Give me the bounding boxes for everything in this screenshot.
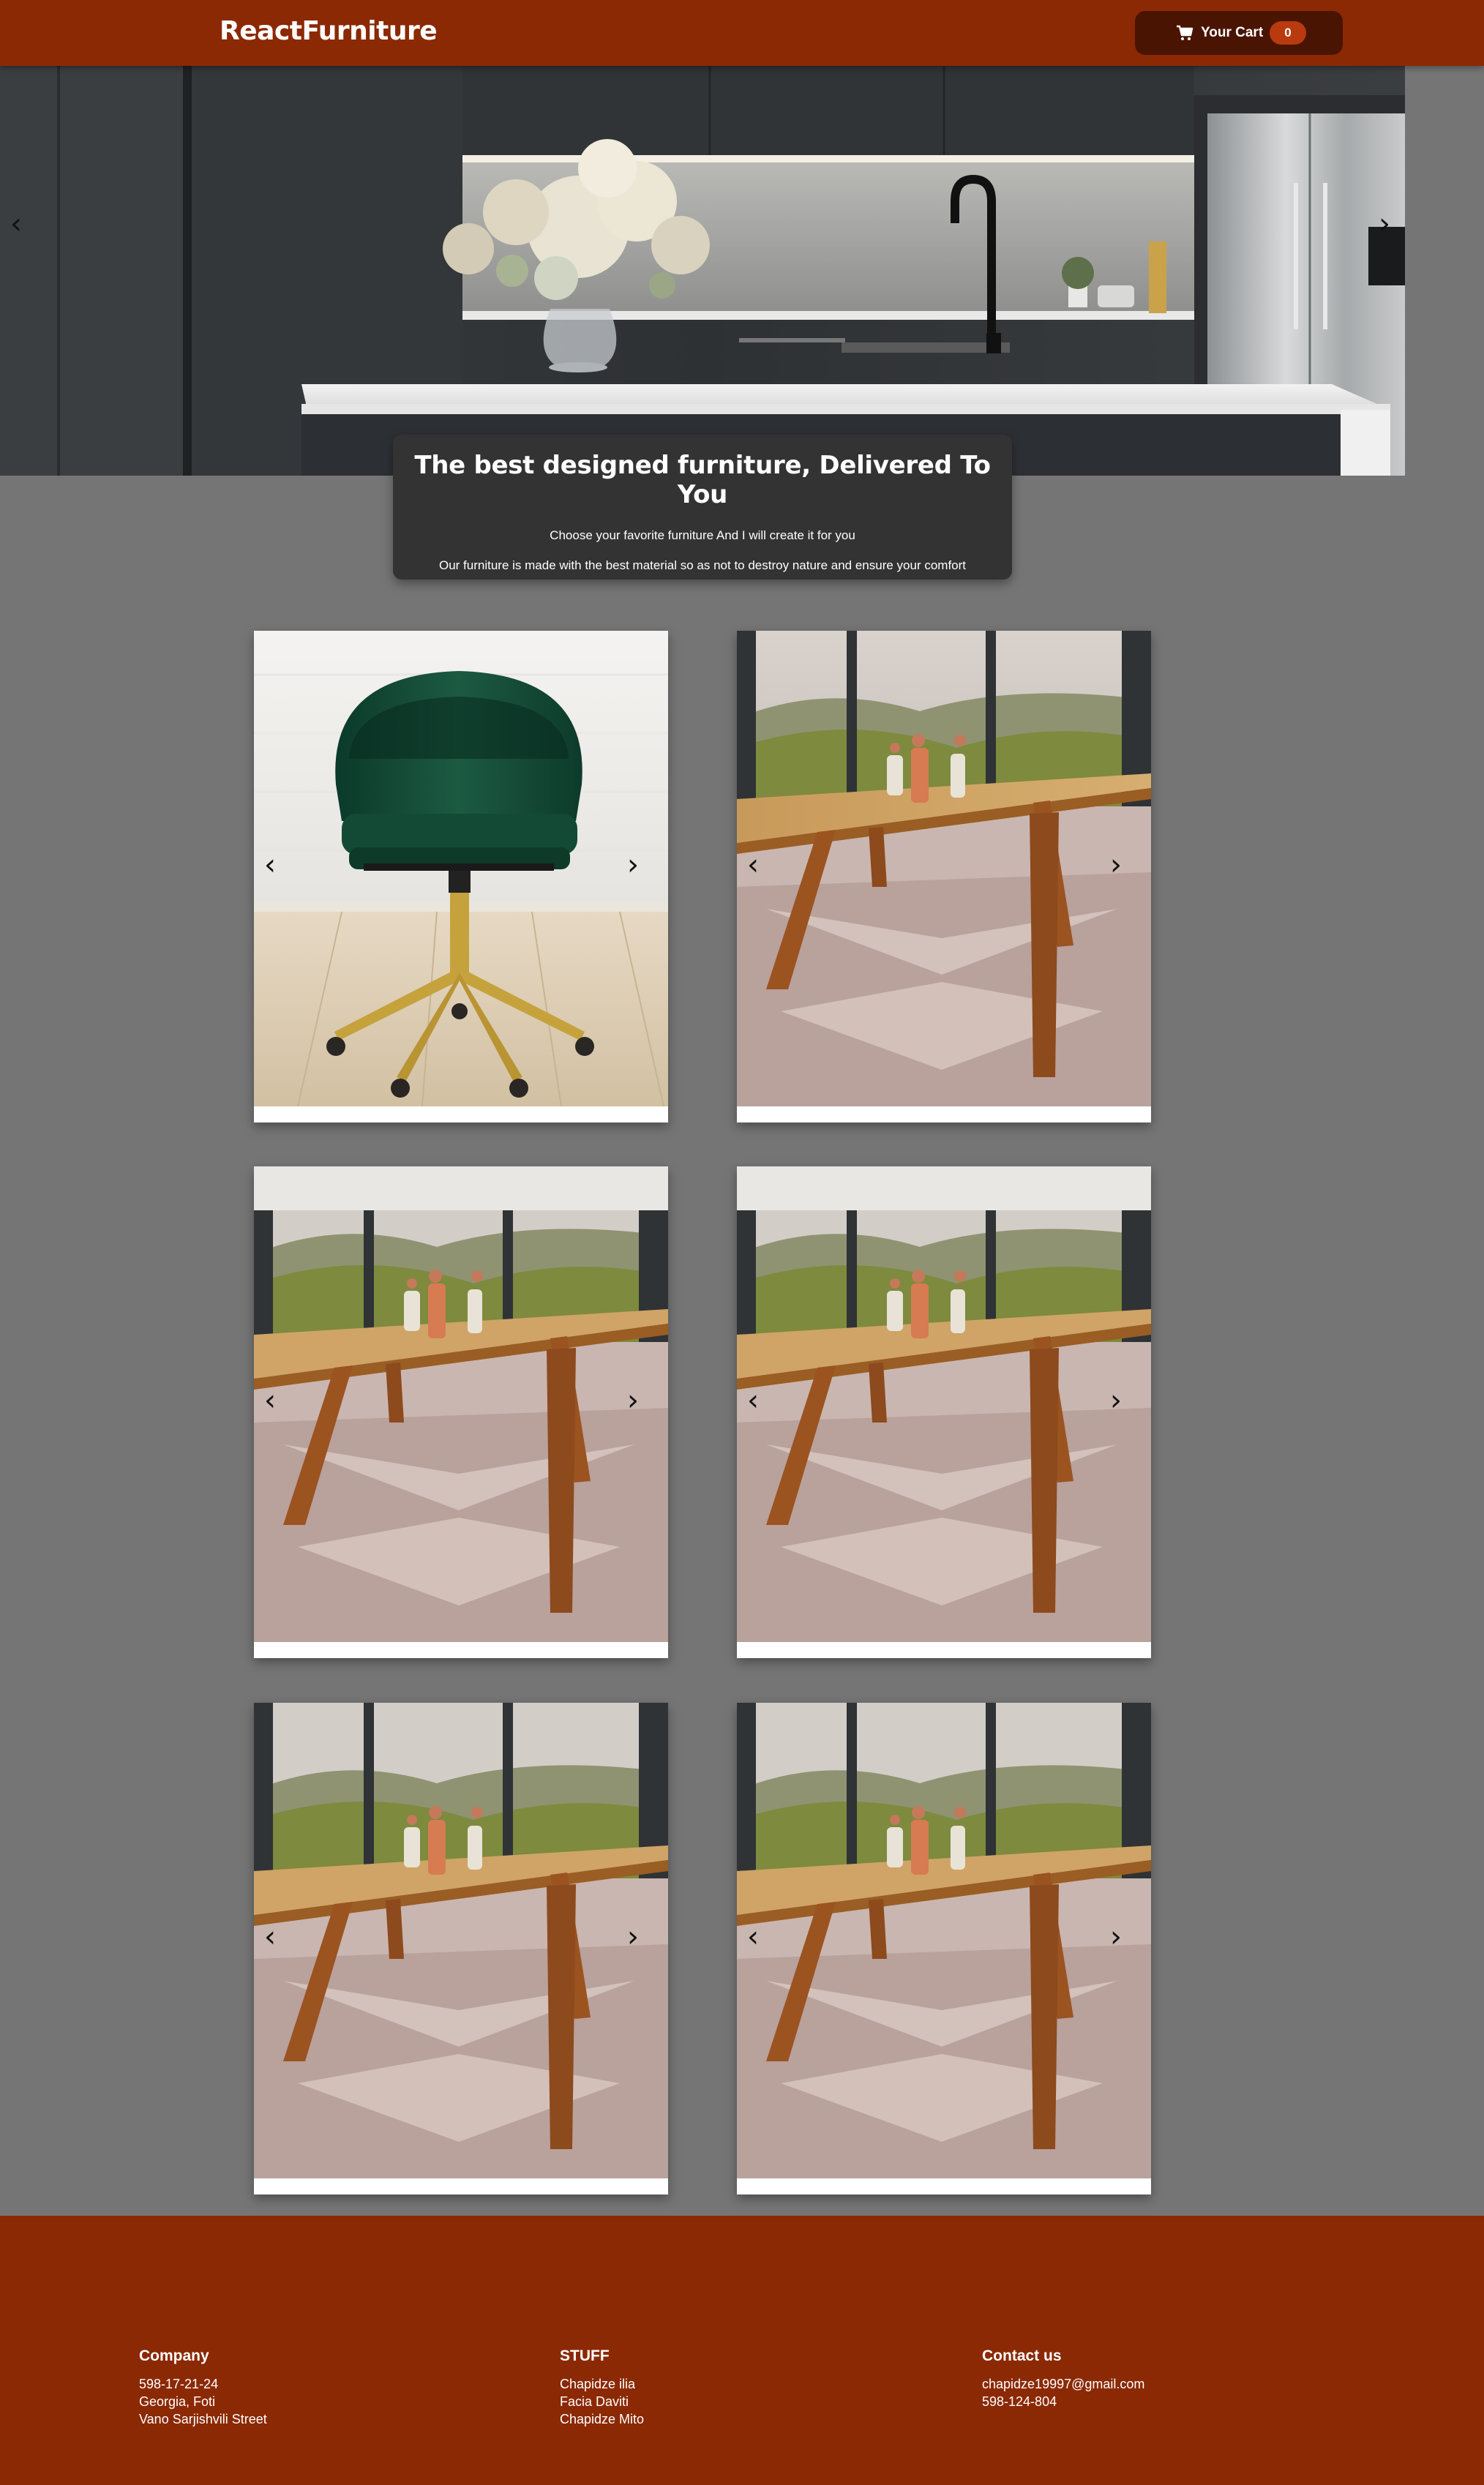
hero-description: Our furniture is made with the best mate… bbox=[438, 558, 967, 572]
product-card[interactable]: ‹ › bbox=[737, 631, 1151, 1122]
product-prev-arrow[interactable]: ‹ bbox=[264, 1922, 276, 1952]
footer-contact-phone[interactable]: 598-124-804 bbox=[982, 2393, 1144, 2410]
product-prev-arrow[interactable]: ‹ bbox=[747, 850, 759, 880]
product-prev-arrow[interactable]: ‹ bbox=[747, 1386, 759, 1415]
product-prev-arrow[interactable]: ‹ bbox=[264, 1386, 276, 1415]
hero-next-arrow[interactable]: › bbox=[1379, 209, 1390, 239]
hero-caption: The best designed furniture, Delivered T… bbox=[393, 435, 1012, 580]
wooden-dining-table-image bbox=[737, 631, 1151, 1106]
wooden-dining-table-image bbox=[254, 1703, 668, 2178]
product-next-arrow[interactable]: › bbox=[627, 850, 639, 880]
footer-stuff-column: STUFF Chapidze ilia Facia Daviti Chapidz… bbox=[560, 2347, 644, 2428]
cart-label: Your Cart bbox=[1201, 25, 1264, 40]
product-card[interactable]: ‹ › bbox=[737, 1703, 1151, 2194]
product-next-arrow[interactable]: › bbox=[1110, 1386, 1122, 1415]
footer-company-phone: 598-17-21-24 bbox=[139, 2377, 219, 2391]
product-prev-arrow[interactable]: ‹ bbox=[747, 1922, 759, 1952]
footer-contact-column: Contact us chapidze19997@gmail.com 598-1… bbox=[982, 2347, 1144, 2410]
product-card[interactable]: ‹ › bbox=[254, 1703, 668, 2194]
brand-logo[interactable]: ReactFurniture bbox=[220, 16, 438, 46]
green-velvet-office-chair-image bbox=[254, 631, 668, 1106]
footer-stuff-member: Chapidze Mito bbox=[560, 2412, 645, 2426]
hero-subtitle: Choose your favorite furniture And I wil… bbox=[550, 528, 855, 542]
wooden-dining-table-image bbox=[254, 1166, 668, 1642]
kitchen-hero-image bbox=[0, 66, 1405, 476]
footer-stuff-member: Chapidze ilia bbox=[560, 2377, 636, 2391]
footer-company-column: Company 598-17-21-24 Georgia, Foti Vano … bbox=[139, 2347, 267, 2428]
top-navbar: ReactFurniture Your Cart 0 bbox=[0, 0, 1484, 66]
product-card[interactable]: ‹ › bbox=[254, 631, 668, 1122]
footer: Company 598-17-21-24 Georgia, Foti Vano … bbox=[0, 2216, 1484, 2485]
footer-contact-email[interactable]: chapidze19997@gmail.com bbox=[982, 2375, 1144, 2393]
footer-company-street: Vano Sarjishvili Street bbox=[139, 2412, 267, 2426]
shopping-cart-icon bbox=[1177, 25, 1193, 40]
wooden-dining-table-image bbox=[737, 1166, 1151, 1642]
product-next-arrow[interactable]: › bbox=[627, 1922, 639, 1952]
cart-button[interactable]: Your Cart 0 bbox=[1135, 11, 1343, 55]
product-card[interactable]: ‹ › bbox=[737, 1166, 1151, 1658]
product-next-arrow[interactable]: › bbox=[627, 1386, 639, 1415]
product-next-arrow[interactable]: › bbox=[1110, 1922, 1122, 1952]
wooden-dining-table-image bbox=[737, 1703, 1151, 2178]
footer-contact-heading: Contact us bbox=[982, 2347, 1062, 2364]
footer-company-city: Georgia, Foti bbox=[139, 2394, 216, 2409]
hero-prev-arrow[interactable]: ‹ bbox=[10, 209, 22, 239]
hero-title: The best designed furniture, Delivered T… bbox=[414, 451, 991, 509]
footer-company-heading: Company bbox=[139, 2347, 209, 2364]
hero-carousel: ‹ › bbox=[0, 66, 1405, 476]
footer-stuff-member: Facia Daviti bbox=[560, 2394, 629, 2409]
product-prev-arrow[interactable]: ‹ bbox=[264, 850, 276, 880]
cart-count-badge: 0 bbox=[1270, 21, 1306, 45]
footer-stuff-heading: STUFF bbox=[560, 2347, 610, 2364]
product-card[interactable]: ‹ › bbox=[254, 1166, 668, 1658]
product-next-arrow[interactable]: › bbox=[1110, 850, 1122, 880]
